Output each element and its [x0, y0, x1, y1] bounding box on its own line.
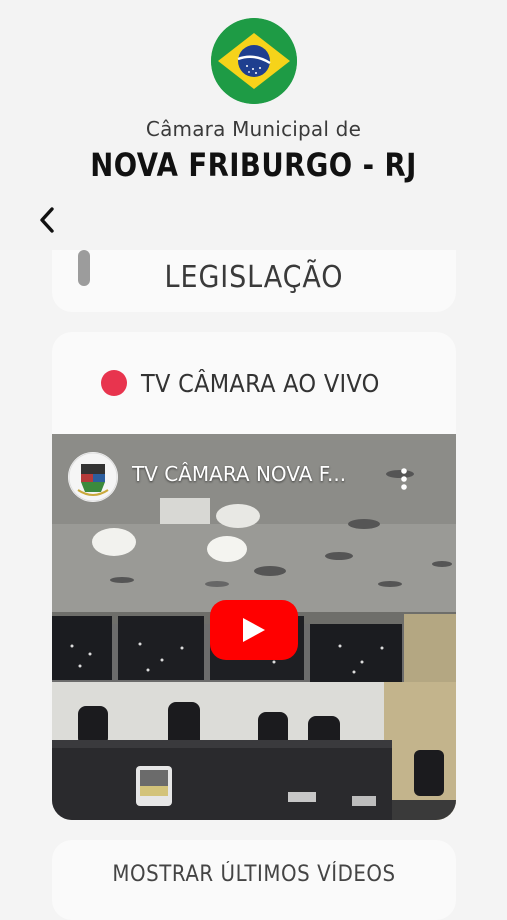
back-button[interactable] [30, 200, 64, 240]
video-player[interactable]: TV CÂMARA NOVA F... [52, 434, 456, 820]
brazil-flag-icon [211, 18, 297, 104]
show-latest-videos-label: MOSTRAR ÚLTIMOS VÍDEOS [112, 862, 396, 887]
channel-avatar[interactable] [68, 452, 118, 502]
live-label: TV CÂMARA AO VIVO [141, 368, 381, 398]
app-header: Câmara Municipal de NOVA FRIBURGO - RJ [0, 0, 507, 250]
chevron-left-icon [40, 207, 54, 233]
more-vertical-icon[interactable] [390, 462, 418, 496]
live-header: TV CÂMARA AO VIVO [52, 368, 456, 398]
video-title[interactable]: TV CÂMARA NOVA F... [132, 462, 402, 486]
youtube-play-button[interactable] [210, 600, 298, 660]
legislation-label: LEGISLAÇÃO [164, 260, 344, 295]
live-indicator-icon [101, 370, 128, 396]
show-latest-videos-button[interactable]: MOSTRAR ÚLTIMOS VÍDEOS [52, 840, 456, 920]
tv-live-card: TV CÂMARA AO VIVO TV CÂMARA NOVA F... [52, 332, 456, 820]
header-subtitle: Câmara Municipal de [145, 117, 362, 141]
youtube-play-icon [243, 618, 265, 642]
header-title: NOVA FRIBURGO - RJ [90, 146, 417, 184]
